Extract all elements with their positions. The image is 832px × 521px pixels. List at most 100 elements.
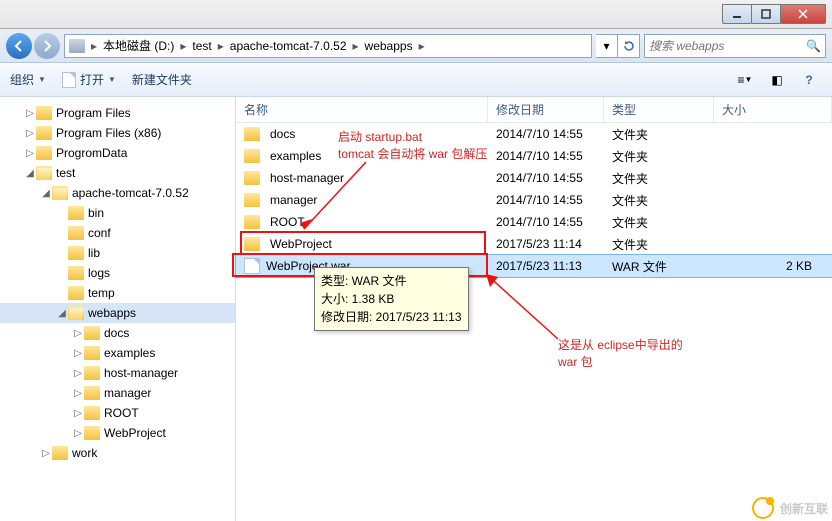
tree-item[interactable]: temp xyxy=(0,283,235,303)
nav-back-button[interactable] xyxy=(6,33,32,59)
tree-item-label: Program Files (x86) xyxy=(56,126,161,140)
annotation-text: 启动 startup.bat tomcat 会自动将 war 包解压 xyxy=(338,129,487,164)
tree-item[interactable]: ▷host-manager xyxy=(0,363,235,383)
tree-item-label: bin xyxy=(88,206,104,220)
tree-item[interactable]: ▷ ROOT xyxy=(0,403,235,423)
organize-menu[interactable]: 组织 ▼ xyxy=(10,71,46,88)
tree-item-label: webapps xyxy=(88,306,136,320)
tree-item[interactable]: lib xyxy=(0,243,235,263)
new-folder-button[interactable]: 新建文件夹 xyxy=(132,71,192,88)
tree-item-label: docs xyxy=(104,326,129,340)
watermark: 创新互联 xyxy=(752,497,828,519)
expand-icon[interactable]: ▷ xyxy=(72,328,84,339)
breadcrumb-item[interactable]: webapps xyxy=(361,39,417,53)
folder-icon xyxy=(68,226,84,240)
column-date[interactable]: 修改日期 xyxy=(488,97,604,122)
folder-tree[interactable]: ▷ Program Files ▷ Program Files (x86) ▷Progr… xyxy=(0,97,236,521)
table-row[interactable]: docs2014/7/10 14:55文件夹 xyxy=(236,123,832,145)
folder-icon xyxy=(84,366,100,380)
tree-item[interactable]: ▷ Program Files xyxy=(0,103,235,123)
open-button[interactable]: 打开 ▼ xyxy=(62,71,116,88)
file-date: 2017/5/23 11:13 xyxy=(488,259,604,273)
tree-item[interactable]: logs xyxy=(0,263,235,283)
preview-pane-button[interactable]: ◧ xyxy=(764,69,790,91)
folder-icon xyxy=(244,215,260,229)
tree-item[interactable]: ▷manager xyxy=(0,383,235,403)
file-tooltip: 类型: WAR 文件 大小: 1.38 KB 修改日期: 2017/5/23 1… xyxy=(314,267,469,331)
chevron-down-icon: ▼ xyxy=(38,75,46,84)
expand-icon[interactable]: ▷ xyxy=(72,388,84,399)
file-rows: docs2014/7/10 14:55文件夹examples2014/7/10 … xyxy=(236,123,832,277)
expand-icon[interactable]: ▷ xyxy=(72,408,84,419)
annotation-text: 这是从 eclipse中导出的 war 包 xyxy=(558,337,683,372)
breadcrumb-item[interactable]: apache-tomcat-7.0.52 xyxy=(226,39,351,53)
folder-icon xyxy=(84,326,100,340)
tree-item[interactable]: ▷ Program Files (x86) xyxy=(0,123,235,143)
file-type: 文件夹 xyxy=(604,214,714,231)
tree-item[interactable]: ▷ work xyxy=(0,443,235,463)
maximize-button[interactable] xyxy=(751,4,781,24)
tree-item-label: work xyxy=(72,446,97,460)
table-row[interactable]: examples2014/7/10 14:55文件夹 xyxy=(236,145,832,167)
search-box[interactable]: 🔍 xyxy=(644,34,826,58)
close-button[interactable] xyxy=(780,4,826,24)
column-type[interactable]: 类型 xyxy=(604,97,714,122)
table-row[interactable]: WebProject2017/5/23 11:14文件夹 xyxy=(236,233,832,255)
file-name: docs xyxy=(270,127,295,141)
expand-icon[interactable]: ◢ xyxy=(56,308,68,319)
help-button[interactable]: ? xyxy=(796,69,822,91)
search-input[interactable] xyxy=(649,39,806,53)
history-dropdown-button[interactable]: ▾ xyxy=(596,34,618,58)
tree-item[interactable]: ▷ProgromData xyxy=(0,143,235,163)
file-list-pane: 名称 修改日期 类型 大小 docs2014/7/10 14:55文件夹exam… xyxy=(236,97,832,521)
breadcrumb-item[interactable]: test xyxy=(188,39,215,53)
expand-icon[interactable]: ▷ xyxy=(40,448,52,459)
expand-icon[interactable]: ▷ xyxy=(72,428,84,439)
breadcrumb[interactable]: ▸ 本地磁盘 (D:) ▸ test ▸ apache-tomcat-7.0.5… xyxy=(64,34,592,58)
chevron-down-icon: ▼ xyxy=(108,75,116,84)
table-row[interactable]: manager2014/7/10 14:55文件夹 xyxy=(236,189,832,211)
tree-item[interactable]: ◢ apache-tomcat-7.0.52 xyxy=(0,183,235,203)
drive-icon xyxy=(69,39,85,53)
tree-item-label: temp xyxy=(88,286,115,300)
file-date: 2017/5/23 11:14 xyxy=(488,237,604,251)
expand-icon[interactable]: ▷ xyxy=(24,108,36,119)
main-area: ▷ Program Files ▷ Program Files (x86) ▷Progr… xyxy=(0,97,832,521)
expand-icon[interactable]: ◢ xyxy=(40,188,52,199)
window-titlebar xyxy=(0,0,832,29)
window-controls xyxy=(723,4,826,24)
expand-icon[interactable]: ▷ xyxy=(24,128,36,139)
tree-item-label: Program Files xyxy=(56,106,131,120)
tree-item[interactable]: ◢ webapps xyxy=(0,303,235,323)
breadcrumb-item[interactable]: 本地磁盘 (D:) xyxy=(99,37,178,54)
file-type: 文件夹 xyxy=(604,170,714,187)
nav-forward-button[interactable] xyxy=(34,33,60,59)
folder-icon xyxy=(244,193,260,207)
folder-icon xyxy=(36,166,52,180)
column-name[interactable]: 名称 xyxy=(236,97,488,122)
file-date: 2014/7/10 14:55 xyxy=(488,215,604,229)
file-date: 2014/7/10 14:55 xyxy=(488,127,604,141)
tree-item[interactable]: ◢test xyxy=(0,163,235,183)
minimize-button[interactable] xyxy=(722,4,752,24)
expand-icon[interactable]: ▷ xyxy=(72,368,84,379)
tree-item[interactable]: bin xyxy=(0,203,235,223)
search-icon: 🔍 xyxy=(806,39,821,53)
tree-item-label: ROOT xyxy=(104,406,139,420)
table-row[interactable]: ROOT2014/7/10 14:55文件夹 xyxy=(236,211,832,233)
expand-icon[interactable]: ▷ xyxy=(24,148,36,159)
table-row[interactable]: host-manager2014/7/10 14:55文件夹 xyxy=(236,167,832,189)
tree-item[interactable]: conf xyxy=(0,223,235,243)
tree-item[interactable]: ▷ docs xyxy=(0,323,235,343)
tree-item[interactable]: ▷WebProject xyxy=(0,423,235,443)
column-headers[interactable]: 名称 修改日期 类型 大小 xyxy=(236,97,832,123)
column-size[interactable]: 大小 xyxy=(714,97,832,122)
tree-item[interactable]: ▷examples xyxy=(0,343,235,363)
view-options-button[interactable]: ≡ ▼ xyxy=(732,69,758,91)
expand-icon[interactable]: ◢ xyxy=(24,168,36,179)
tree-item-label: apache-tomcat-7.0.52 xyxy=(72,186,189,200)
expand-icon[interactable]: ▷ xyxy=(72,348,84,359)
folder-icon xyxy=(244,149,260,163)
file-date: 2014/7/10 14:55 xyxy=(488,171,604,185)
refresh-button[interactable] xyxy=(618,34,640,58)
